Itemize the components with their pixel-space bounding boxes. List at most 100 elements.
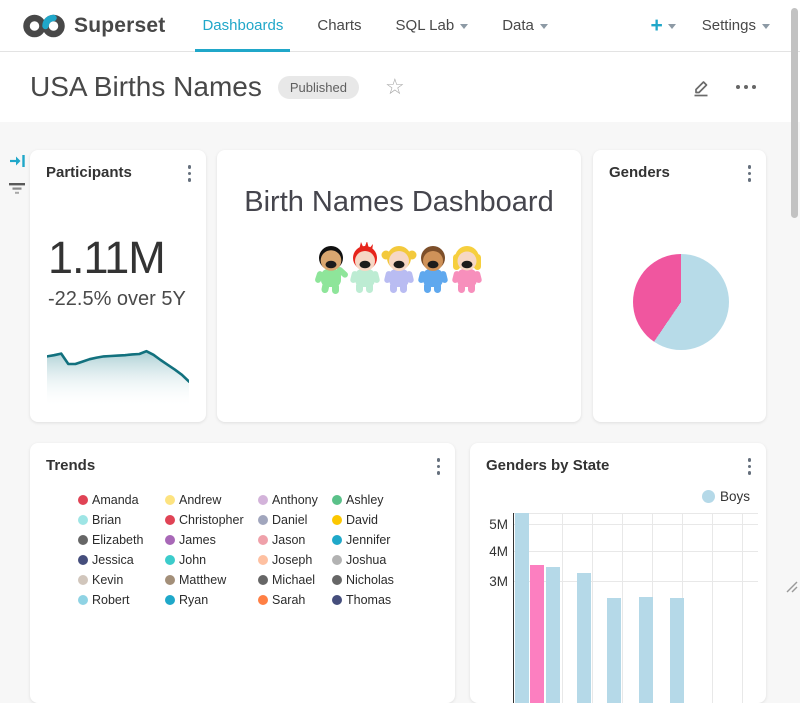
legend-swatch [78,575,88,585]
nav-item-charts[interactable]: Charts [300,0,378,52]
legend-swatch [258,495,268,505]
legend-item[interactable]: James [165,530,258,550]
legend-swatch [332,515,342,525]
top-navigation: Superset Dashboards Charts SQL Lab Data … [0,0,800,52]
legend-item[interactable]: Amanda [78,490,165,510]
legend-item[interactable]: Joseph [258,550,332,570]
nav-item-dashboards[interactable]: Dashboards [185,0,300,52]
kebab-menu-icon[interactable] [434,455,444,478]
more-actions-icon[interactable] [736,85,756,89]
legend-label: Jessica [92,553,134,567]
bar-chart: 5M 4M 3M [470,443,766,703]
filter-list-icon[interactable] [8,182,26,201]
legend-item[interactable]: Daniel [258,510,332,530]
settings-menu[interactable]: Settings [702,17,770,34]
legend-label: Michael [272,573,315,587]
legend-swatch [165,595,175,605]
bar[interactable] [607,598,621,703]
gridline [592,513,593,703]
chevron-down-icon [762,24,770,29]
legend-swatch [332,495,342,505]
nav-item-label: Dashboards [202,17,283,34]
nav-item-data[interactable]: Data [485,0,565,52]
participants-card: Participants 1.11M -22.5% over 5Y [30,150,206,422]
nav-item-label: Data [502,17,534,34]
bar[interactable] [546,567,560,703]
legend-item[interactable]: David [332,510,422,530]
expand-filter-bar-icon[interactable] [9,153,26,174]
legend-item[interactable]: Robert [78,590,165,610]
trends-legend: Amanda Andrew AnthonyAshley BrianChristophe… [78,490,422,610]
legend-swatch [165,575,175,585]
card-title: Participants [46,164,132,181]
legend-label: Robert [92,593,130,607]
legend-item[interactable]: Thomas [332,590,422,610]
y-axis-tick: 3M [474,574,508,589]
legend-item[interactable]: Matthew [165,570,258,590]
vertical-scrollbar[interactable] [791,8,798,218]
legend-item[interactable]: Jennifer [332,530,422,550]
legend-item[interactable]: Ashley [332,490,422,510]
nav-menu: Dashboards Charts SQL Lab Data [185,0,564,52]
legend-item[interactable]: John [165,550,258,570]
nav-item-sql-lab[interactable]: SQL Lab [379,0,486,52]
legend-item[interactable]: Ryan [165,590,258,610]
gridline [622,513,623,703]
legend-item[interactable]: Andrew [165,490,258,510]
kebab-menu-icon[interactable] [185,162,195,185]
bar[interactable] [515,513,529,703]
bar[interactable] [639,597,653,703]
legend-label: Ryan [179,593,208,607]
legend-label: Joshua [346,553,386,567]
edit-pencil-icon[interactable] [690,76,712,98]
legend-item[interactable]: Jessica [78,550,165,570]
resize-handle-icon[interactable] [785,580,798,598]
legend-label: Joseph [272,553,312,567]
legend-label: Andrew [179,493,221,507]
trends-card: Trends Amanda Andrew AnthonyAshley BrianChr… [30,443,455,703]
legend-swatch [78,495,88,505]
legend-swatch [165,515,175,525]
trend-area [47,351,189,406]
published-badge[interactable]: Published [278,76,359,99]
legend-label: Elizabeth [92,533,143,547]
birth-names-markdown-card: Birth Names Dashboard [217,150,581,422]
legend-item[interactable]: Brian [78,510,165,530]
legend-item[interactable]: Christopher [165,510,258,530]
bar[interactable] [670,598,684,703]
legend-item[interactable]: Michael [258,570,332,590]
nav-item-label: SQL Lab [396,17,455,34]
legend-item[interactable]: Nicholas [332,570,422,590]
legend-swatch [332,575,342,585]
legend-swatch [258,515,268,525]
legend-item[interactable]: Anthony [258,490,332,510]
gridline [513,551,758,552]
y-axis-tick: 5M [474,517,508,532]
brand-name: Superset [74,14,165,38]
legend-item[interactable]: Sarah [258,590,332,610]
genders-by-state-card: Genders by State Boys 5M 4M 3M [470,443,766,703]
legend-item[interactable]: Kevin [78,570,165,590]
genders-card: Genders [593,150,766,422]
legend-item[interactable]: Elizabeth [78,530,165,550]
y-axis-line [513,513,514,703]
gridline [513,524,758,525]
card-title: Trends [46,457,95,474]
new-item-button[interactable]: + [651,15,676,36]
genders-pie[interactable] [633,254,729,350]
legend-item[interactable]: Joshua [332,550,422,570]
favorite-star-icon[interactable]: ☆ [385,76,405,98]
legend-item[interactable]: Jason [258,530,332,550]
kebab-menu-icon[interactable] [745,162,755,185]
legend-swatch [258,575,268,585]
bar[interactable] [577,573,591,703]
settings-label: Settings [702,17,756,34]
dashboard-header: USA Births Names Published ☆ [0,52,800,122]
nav-right-section: + Settings [651,15,800,36]
bar[interactable] [530,565,544,703]
legend-swatch [78,555,88,565]
legend-swatch [258,535,268,545]
superset-logo[interactable]: Superset [0,12,165,40]
kids-illustration [313,242,485,305]
gridline [712,513,713,703]
